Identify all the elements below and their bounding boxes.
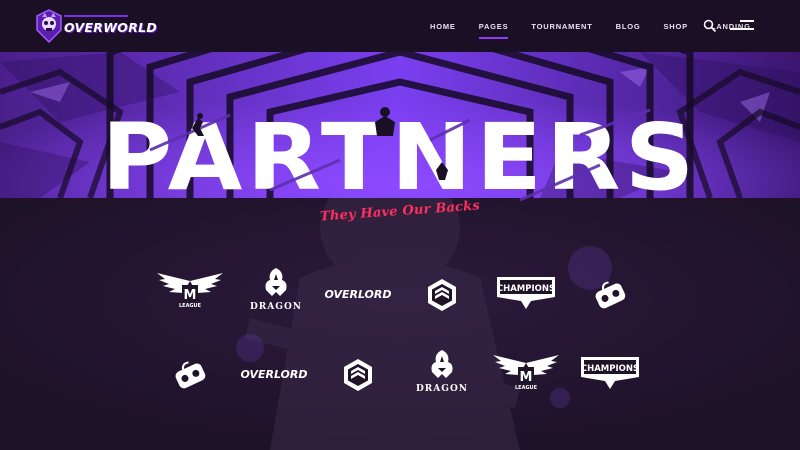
nav-tournament[interactable]: TOURNAMENT bbox=[531, 22, 592, 31]
gamepad-icon bbox=[175, 361, 206, 389]
hero-banner bbox=[0, 52, 800, 198]
partner-overlord-text: OVERLORD bbox=[324, 288, 392, 301]
gamepad-icon bbox=[595, 281, 626, 309]
partner-gamepad-logo[interactable] bbox=[572, 270, 648, 320]
menu-icon[interactable] bbox=[730, 20, 754, 32]
partner-overlord-text: OVERLORD bbox=[240, 368, 308, 381]
partner-mleague-logo[interactable]: M LEAGUE bbox=[488, 350, 564, 400]
partner-mleague-text: LEAGUE bbox=[178, 303, 202, 309]
brand-logo[interactable]: OVERWORLD bbox=[34, 8, 157, 44]
nav-blog[interactable]: BLOG bbox=[616, 22, 641, 31]
hexagon-icon bbox=[428, 279, 456, 311]
partner-overlord-logo[interactable]: OVERLORD bbox=[236, 352, 312, 402]
partner-champions-logo[interactable]: CHAMPIONS bbox=[572, 348, 648, 398]
svg-text:M: M bbox=[520, 370, 533, 385]
search-icon[interactable] bbox=[703, 19, 717, 33]
skull-mascot-icon bbox=[36, 9, 62, 44]
partner-overlord-logo[interactable]: OVERLORD bbox=[320, 272, 396, 322]
partner-champions-logo[interactable]: CHAMPIONS bbox=[488, 268, 564, 318]
nav-home[interactable]: HOME bbox=[430, 22, 456, 31]
top-navigation-bar: OVERWORLD HOME PAGES TOURNAMENT BLOG SHO… bbox=[0, 0, 800, 52]
hero-background bbox=[0, 52, 800, 198]
partner-hexagon-logo[interactable] bbox=[404, 270, 480, 320]
partner-hexagon-logo[interactable] bbox=[320, 350, 396, 400]
partner-mleague-logo[interactable]: M LEAGUE bbox=[152, 268, 228, 318]
partner-mleague-text: LEAGUE bbox=[514, 385, 538, 391]
nav-shop[interactable]: SHOP bbox=[663, 22, 687, 31]
partner-champions-text: CHAMPIONS bbox=[496, 284, 556, 294]
partner-dragon-logo[interactable]: DRAGON bbox=[238, 266, 314, 316]
hexagon-icon bbox=[344, 359, 372, 391]
partner-gamepad-logo[interactable] bbox=[152, 350, 228, 400]
svg-text:M: M bbox=[184, 288, 197, 303]
main-nav: HOME PAGES TOURNAMENT BLOG SHOP LANDING bbox=[430, 0, 774, 52]
brand-name: OVERWORLD bbox=[64, 20, 158, 35]
partner-dragon-text: DRAGON bbox=[249, 302, 303, 312]
dragon-head-icon bbox=[265, 268, 287, 296]
partner-dragon-text: DRAGON bbox=[415, 384, 469, 394]
partner-champions-text: CHAMPIONS bbox=[580, 364, 640, 374]
dragon-head-icon bbox=[431, 350, 453, 378]
nav-pages[interactable]: PAGES bbox=[478, 22, 509, 39]
partner-dragon-logo[interactable]: DRAGON bbox=[404, 348, 480, 398]
brand-underline bbox=[64, 15, 128, 17]
